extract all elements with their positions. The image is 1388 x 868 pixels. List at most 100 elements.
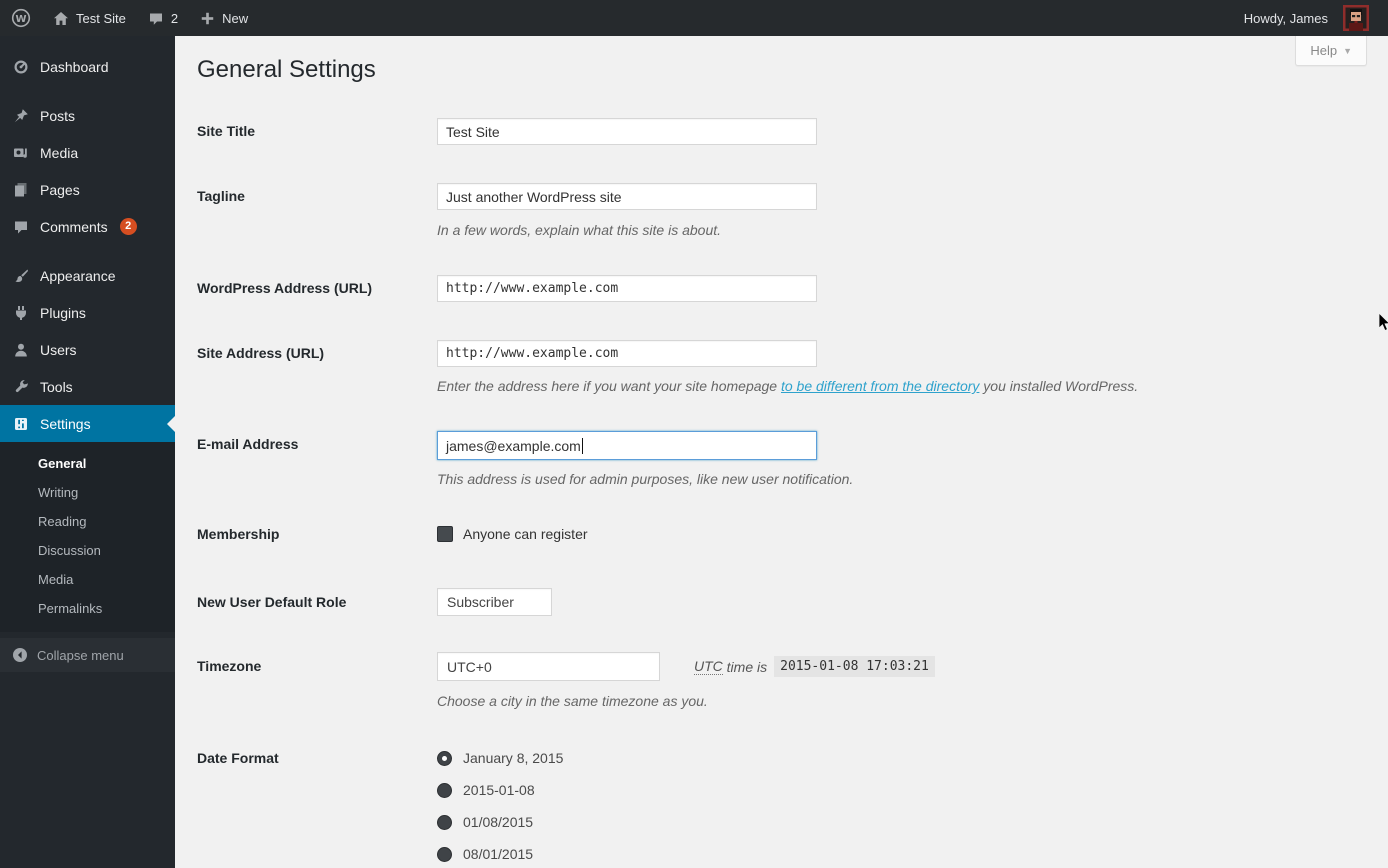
membership-label: Membership	[197, 525, 437, 543]
sidebar-item-label: Plugins	[40, 305, 86, 321]
radio-selected-icon[interactable]	[437, 751, 452, 766]
admin-bar-comment-count: 2	[171, 11, 178, 26]
brush-icon	[12, 268, 30, 284]
new-label: New	[222, 11, 248, 26]
sidebar-item-dashboard[interactable]: Dashboard	[0, 48, 175, 85]
default-role-select[interactable]: Subscriber	[437, 588, 552, 616]
home-icon	[53, 11, 69, 26]
pages-icon	[12, 182, 30, 198]
sidebar-item-users[interactable]: Users	[0, 331, 175, 368]
date-format-row: Date Format January 8, 2015 2015-01-08 0…	[197, 750, 1368, 868]
sidebar-item-pages[interactable]: Pages	[0, 171, 175, 208]
user-icon	[12, 342, 30, 358]
admin-bar: W Test Site 2 New Howdy, James	[0, 0, 1388, 36]
utc-abbr: UTC	[694, 658, 723, 675]
timezone-select[interactable]: UTC+0	[437, 652, 660, 681]
date-format-option[interactable]: 08/01/2015	[437, 846, 533, 862]
wp-address-input[interactable]	[437, 275, 817, 302]
submenu-item-reading[interactable]: Reading	[0, 507, 175, 536]
sidebar-item-appearance[interactable]: Appearance	[0, 257, 175, 294]
different-directory-link[interactable]: to be different from the directory	[781, 378, 979, 394]
tagline-input[interactable]	[437, 183, 817, 210]
text-caret	[582, 438, 583, 454]
sidebar-item-settings[interactable]: Settings	[0, 405, 175, 442]
wordpress-logo-icon: W	[11, 8, 31, 28]
sidebar-item-label: Users	[40, 342, 77, 358]
date-format-option[interactable]: 2015-01-08	[437, 782, 535, 798]
sidebar-item-posts[interactable]: Posts	[0, 97, 175, 134]
wp-address-label: WordPress Address (URL)	[197, 275, 437, 302]
site-title-input[interactable]	[437, 118, 817, 145]
date-format-label: Date Format	[197, 750, 437, 766]
howdy-text: Howdy, James	[1244, 11, 1328, 26]
pin-icon	[12, 108, 30, 124]
sidebar-item-label: Appearance	[40, 268, 116, 284]
submenu-item-writing[interactable]: Writing	[0, 478, 175, 507]
utc-time-code: 2015-01-08 17:03:21	[774, 656, 935, 677]
chevron-down-icon: ▼	[1343, 46, 1352, 56]
email-input[interactable]: james@example.com	[437, 431, 817, 460]
mouse-cursor	[1379, 313, 1388, 333]
comments-count-badge: 2	[120, 218, 137, 235]
media-icon	[12, 145, 30, 161]
radio-icon[interactable]	[437, 815, 452, 830]
site-address-description: Enter the address here if you want your …	[437, 378, 1368, 394]
svg-text:W: W	[15, 14, 26, 25]
visit-site-link[interactable]: Test Site	[42, 0, 137, 36]
sidebar-item-label: Tools	[40, 379, 73, 395]
submenu-item-media[interactable]: Media	[0, 565, 175, 594]
help-label: Help	[1310, 43, 1337, 58]
help-button[interactable]: Help ▼	[1295, 36, 1367, 66]
comment-bubble-icon	[148, 11, 164, 26]
tagline-label: Tagline	[197, 183, 437, 210]
comments-shortcut[interactable]: 2	[137, 0, 189, 36]
collapse-arrow-icon	[12, 647, 28, 663]
comment-bubble-icon	[12, 219, 30, 235]
site-address-input[interactable]	[437, 340, 817, 367]
tagline-description: In a few words, explain what this site i…	[437, 222, 1368, 238]
site-title-label: Site Title	[197, 118, 437, 145]
default-role-label: New User Default Role	[197, 588, 437, 616]
settings-submenu: General Writing Reading Discussion Media…	[0, 442, 175, 632]
plug-icon	[12, 305, 30, 321]
sidebar-item-label: Comments	[40, 219, 108, 235]
date-format-option[interactable]: 01/08/2015	[437, 814, 533, 830]
wrench-icon	[12, 379, 30, 395]
main-content: Help ▼ General Settings Site Title Tagli…	[175, 36, 1388, 868]
plus-icon	[200, 11, 215, 26]
sidebar-item-label: Dashboard	[40, 59, 109, 75]
submenu-item-general[interactable]: General	[0, 449, 175, 478]
radio-icon[interactable]	[437, 847, 452, 862]
user-avatar	[1343, 5, 1369, 31]
dashboard-icon	[12, 59, 30, 75]
sidebar-item-label: Posts	[40, 108, 75, 124]
email-label: E-mail Address	[197, 431, 437, 458]
sidebar-item-label: Pages	[40, 182, 80, 198]
utc-time-display: UTC time is 2015-01-08 17:03:21	[694, 656, 935, 677]
sidebar-item-comments[interactable]: Comments 2	[0, 208, 175, 245]
timezone-label: Timezone	[197, 652, 437, 681]
sidebar-item-label: Settings	[40, 416, 91, 432]
new-content-menu[interactable]: New	[189, 0, 259, 36]
sidebar-item-plugins[interactable]: Plugins	[0, 294, 175, 331]
membership-checkbox[interactable]	[437, 526, 453, 542]
wordpress-logo-menu[interactable]: W	[0, 0, 42, 36]
collapse-menu-button[interactable]: Collapse menu	[0, 638, 175, 672]
membership-checkbox-label: Anyone can register	[463, 526, 588, 542]
my-account-menu[interactable]: Howdy, James	[1233, 0, 1380, 36]
page-title: General Settings	[197, 56, 376, 84]
radio-icon[interactable]	[437, 783, 452, 798]
submenu-item-discussion[interactable]: Discussion	[0, 536, 175, 565]
sidebar-item-label: Media	[40, 145, 78, 161]
timezone-description: Choose a city in the same timezone as yo…	[437, 693, 1368, 709]
submenu-item-permalinks[interactable]: Permalinks	[0, 594, 175, 623]
sidebar-item-tools[interactable]: Tools	[0, 368, 175, 405]
sidebar-item-media[interactable]: Media	[0, 134, 175, 171]
email-description: This address is used for admin purposes,…	[437, 471, 1368, 487]
settings-sliders-icon	[12, 416, 30, 432]
site-name: Test Site	[76, 11, 126, 26]
admin-sidebar: Dashboard Posts Media Pages Comments 2 A…	[0, 36, 175, 868]
collapse-menu-label: Collapse menu	[37, 648, 124, 663]
date-format-option[interactable]: January 8, 2015	[437, 750, 563, 766]
site-address-label: Site Address (URL)	[197, 340, 437, 367]
